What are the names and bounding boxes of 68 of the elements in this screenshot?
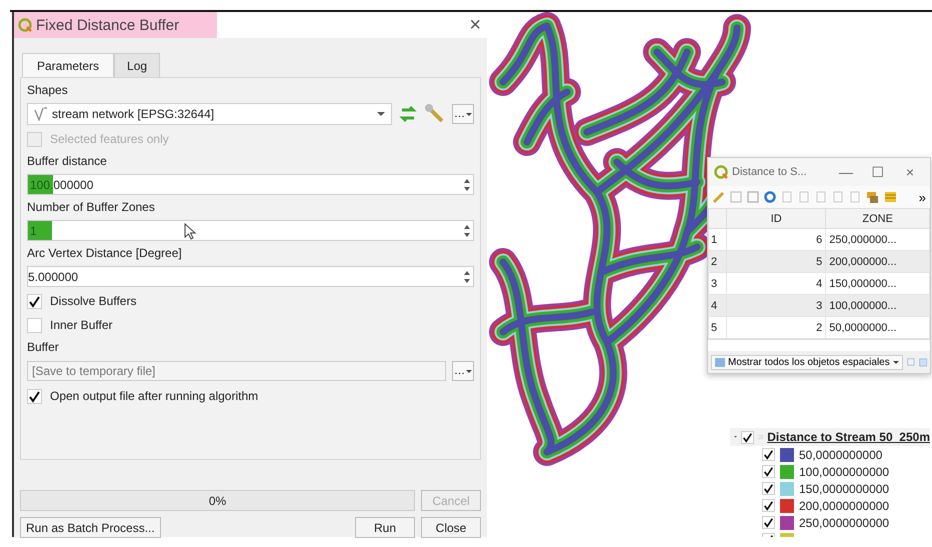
table-cell: 3 <box>726 294 826 316</box>
column-header[interactable]: ZONE <box>826 208 930 228</box>
close-button[interactable]: × <box>896 164 924 180</box>
checkbox[interactable] <box>762 448 775 461</box>
checkbox-label: Dissolve Buffers <box>50 294 136 308</box>
checkbox[interactable] <box>762 482 775 495</box>
legend-label: 200,0000000000 <box>799 498 890 512</box>
progress-bar: 0% <box>20 490 415 511</box>
spin-arrows-icon[interactable] <box>463 270 471 284</box>
dialog-button[interactable]: Run <box>355 517 415 538</box>
field-label: Arc Vertex Distance [Degree] <box>27 245 183 262</box>
table-icon[interactable] <box>884 190 897 204</box>
close-button[interactable]: × <box>469 14 481 36</box>
dialog-button[interactable]: Run as Batch Process... <box>20 517 161 538</box>
checkbox-label: Open output file after running algorithm <box>50 389 258 403</box>
logo-icon <box>18 18 32 32</box>
checkbox[interactable] <box>27 388 42 404</box>
legend-label: 250,0000000000 <box>799 516 890 530</box>
output-field[interactable]: [Save to temporary file] <box>27 361 446 381</box>
table-cell: 200,000000... <box>826 250 930 272</box>
checkbox-label: Selected features only <box>50 132 169 146</box>
window-title: Distance to S... <box>732 166 808 178</box>
pencil-icon[interactable] <box>712 190 725 204</box>
caret-icon <box>466 112 472 116</box>
line-layer-icon <box>34 107 48 121</box>
field-label: Buffer distance <box>27 153 108 170</box>
more-button[interactable]: » <box>918 190 926 204</box>
row-number[interactable]: 4 <box>708 294 727 316</box>
more-button[interactable]: … <box>452 361 474 381</box>
maximize-button[interactable]: ☐ <box>864 164 892 180</box>
column-header[interactable]: ID <box>726 208 826 228</box>
table-icon <box>715 356 725 368</box>
checkbox-label: Inner Buffer <box>50 318 112 332</box>
legend-label: 150,0000000000 <box>799 482 890 496</box>
caret-icon <box>377 112 385 116</box>
spin-arrows-icon[interactable] <box>463 224 471 238</box>
checkbox[interactable] <box>762 499 775 512</box>
field-label: Number of Buffer Zones <box>27 199 156 216</box>
table-cell: 100,000000... <box>826 294 930 316</box>
caret-icon <box>892 360 899 364</box>
number-field[interactable]: 100.000000 <box>27 174 474 195</box>
number-field[interactable]: 5.000000 <box>27 266 474 287</box>
filter-dropdown[interactable]: Mostrar todos los objetos espaciales <box>711 354 903 370</box>
wrench-icon[interactable] <box>424 103 446 125</box>
checkbox[interactable] <box>27 294 42 308</box>
checkbox[interactable] <box>762 465 775 478</box>
refresh-icon[interactable] <box>764 190 776 204</box>
row-number[interactable]: 2 <box>708 250 727 272</box>
caret-icon <box>466 370 472 372</box>
legend-label: 100,0000000000 <box>799 464 890 478</box>
minimize-button[interactable]: — <box>832 164 860 180</box>
selection-icon[interactable] <box>866 190 879 204</box>
table-cell: 5 <box>726 250 826 272</box>
field-label: Shapes <box>27 82 69 99</box>
spin-arrows-icon[interactable] <box>463 178 471 192</box>
checkbox[interactable] <box>27 318 42 332</box>
field-label: Buffer <box>27 339 60 356</box>
checkbox[interactable] <box>741 430 754 444</box>
more-button[interactable]: … <box>452 104 474 124</box>
tab[interactable]: Parameters <box>22 53 114 77</box>
window-title: Fixed Distance Buffer <box>36 16 180 34</box>
checkbox[interactable] <box>762 516 775 529</box>
dialog-button[interactable]: Close <box>421 517 481 538</box>
logo-icon <box>714 165 728 179</box>
refresh-icon[interactable] <box>398 104 418 124</box>
tab[interactable]: Log <box>114 53 160 77</box>
layer-dropdown[interactable]: stream network [EPSG:32644] <box>27 103 392 125</box>
legend-label: 50,0000000000 <box>799 448 882 462</box>
